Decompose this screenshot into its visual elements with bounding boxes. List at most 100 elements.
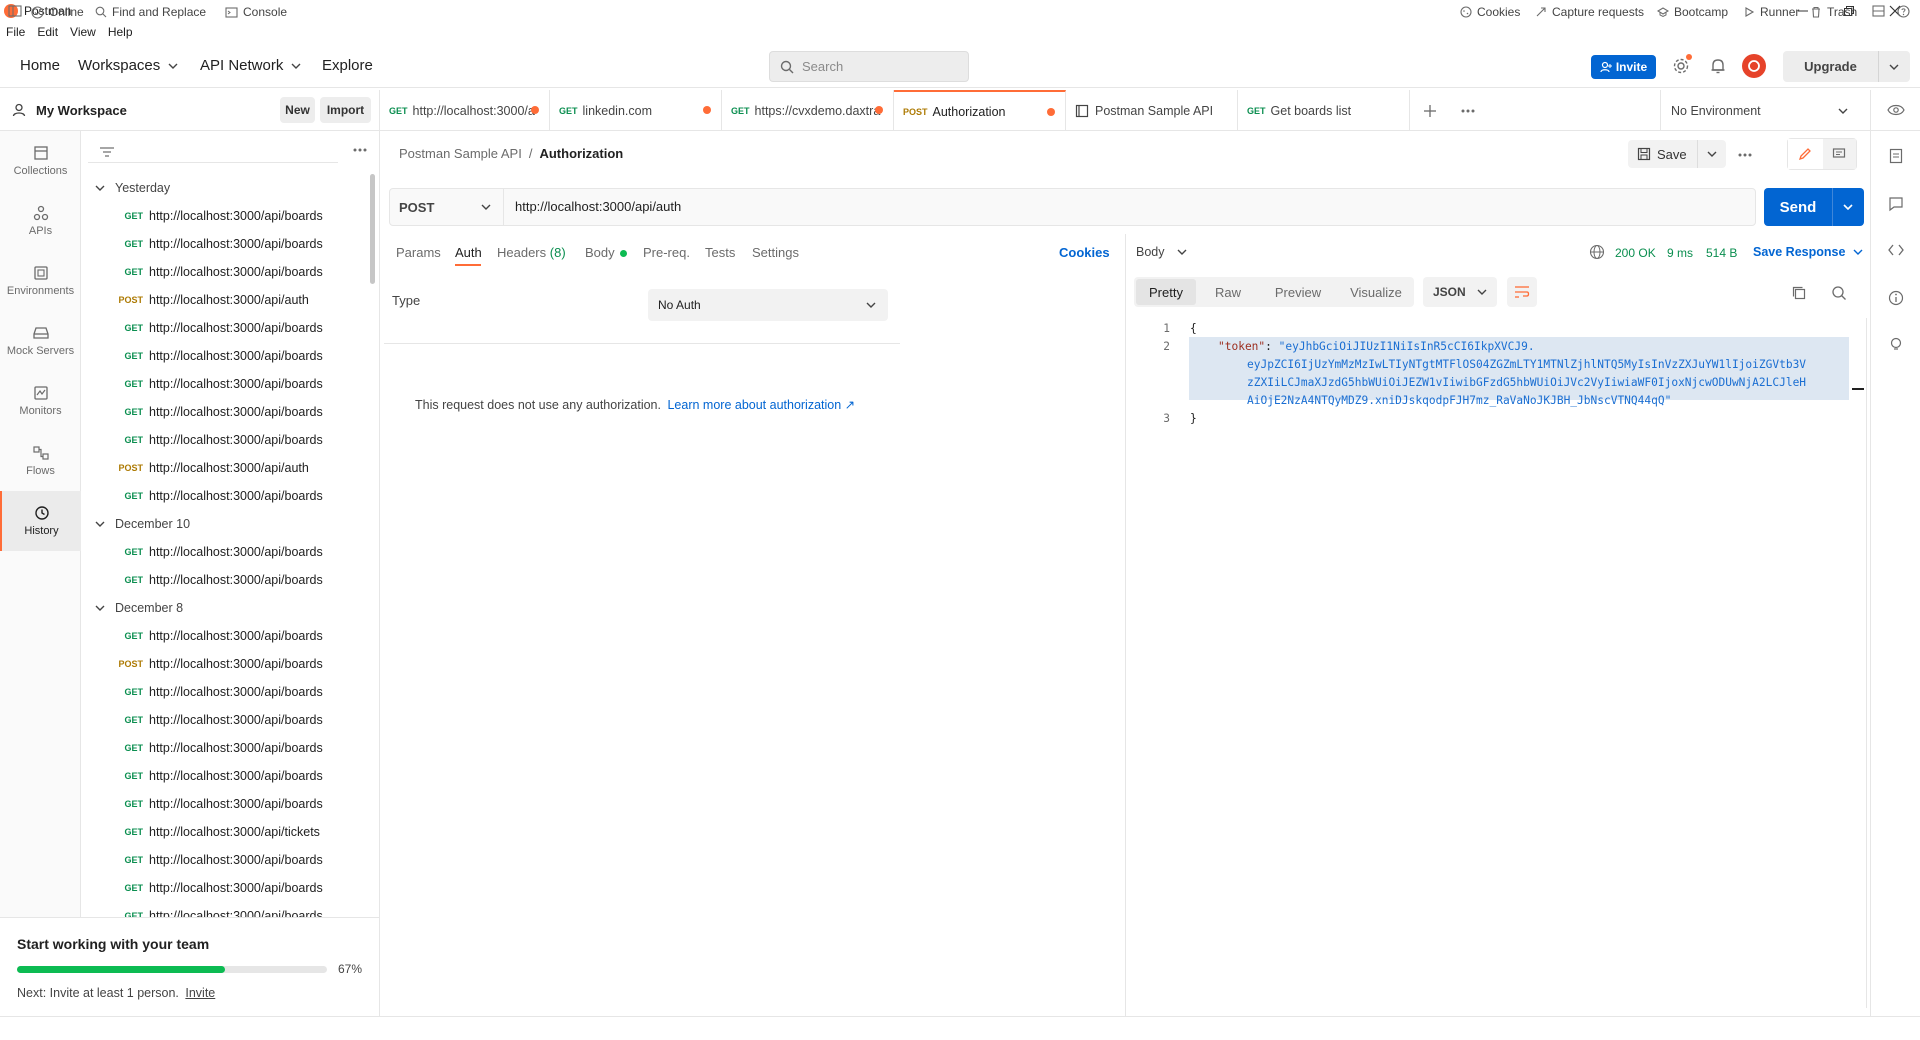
history-item[interactable]: POST http://localhost:3000/api/boards	[81, 650, 371, 678]
method-select[interactable]: POST	[390, 189, 504, 225]
bootcamp-button[interactable]: Bootcamp	[1657, 5, 1728, 19]
console-button[interactable]: Console	[225, 5, 287, 19]
search-icon[interactable]	[1831, 285, 1847, 301]
menu-file[interactable]: File	[6, 25, 25, 39]
view-tab-pretty[interactable]: Pretty	[1136, 279, 1196, 305]
more-options-icon[interactable]	[353, 148, 367, 152]
sidebar-item-collections[interactable]: Collections	[0, 131, 81, 191]
menu-view[interactable]: View	[70, 25, 96, 39]
tab-authorization[interactable]: POST Authorization	[894, 90, 1066, 131]
tab-pre-request[interactable]: Pre-req.	[643, 245, 690, 260]
history-item[interactable]: GET http://localhost:3000/api/boards	[81, 790, 371, 818]
environment-selector[interactable]: No Environment	[1660, 90, 1860, 131]
sidebar-item-history[interactable]: History	[0, 491, 81, 551]
save-button[interactable]: Save	[1628, 140, 1726, 168]
menu-edit[interactable]: Edit	[37, 25, 58, 39]
sidebar-item-apis[interactable]: APIs	[0, 191, 81, 251]
tab-get-boards-list[interactable]: GET Get boards list	[1238, 90, 1410, 131]
toggle-sidebar-icon[interactable]	[8, 5, 27, 17]
new-button[interactable]: New	[280, 97, 315, 123]
view-tab-raw[interactable]: Raw	[1198, 277, 1258, 307]
online-status[interactable]: Online	[31, 5, 84, 19]
tab-settings[interactable]: Settings	[752, 245, 799, 260]
history-filter-input[interactable]	[88, 141, 338, 163]
response-status[interactable]: 200 OK	[1615, 246, 1656, 260]
history-group-header[interactable]: Yesterday	[81, 174, 170, 202]
capture-requests-button[interactable]: Capture requests	[1535, 5, 1644, 19]
history-item[interactable]: GET http://localhost:3000/api/boards	[81, 538, 371, 566]
find-replace-button[interactable]: Find and Replace	[95, 5, 206, 19]
tab-request[interactable]: GET http://localhost:3000/a	[380, 90, 550, 131]
view-tab-preview[interactable]: Preview	[1258, 277, 1338, 307]
tab-params[interactable]: Params	[396, 245, 441, 260]
search-input[interactable]: Search	[769, 51, 969, 82]
upgrade-button[interactable]: Upgrade	[1783, 51, 1910, 82]
more-tabs-icon[interactable]	[1461, 109, 1475, 113]
view-tab-visualize[interactable]: Visualize	[1338, 277, 1414, 307]
plus-icon[interactable]	[1423, 104, 1437, 118]
history-item[interactable]: GET http://localhost:3000/api/boards	[81, 902, 371, 917]
sidebar-item-flows[interactable]: Flows	[0, 431, 81, 491]
eye-icon[interactable]	[1886, 100, 1906, 120]
breadcrumb-current[interactable]: Authorization	[539, 146, 623, 161]
code-icon[interactable]	[1886, 240, 1906, 260]
history-group-header[interactable]: December 8	[81, 594, 183, 622]
history-item[interactable]: GET http://localhost:3000/api/boards	[81, 342, 371, 370]
history-scrollbar[interactable]	[370, 174, 375, 284]
nav-home[interactable]: Home	[20, 57, 60, 74]
bell-icon[interactable]	[1708, 56, 1728, 76]
history-item[interactable]: GET http://localhost:3000/api/boards	[81, 678, 371, 706]
history-item[interactable]: GET http://localhost:3000/api/boards	[81, 230, 371, 258]
history-item[interactable]: GET http://localhost:3000/api/boards	[81, 566, 371, 594]
history-item[interactable]: GET http://localhost:3000/api/boards	[81, 874, 371, 902]
history-item[interactable]: GET http://localhost:3000/api/boards	[81, 482, 371, 510]
history-item[interactable]: POST http://localhost:3000/api/auth	[81, 454, 371, 482]
settings-gear-icon[interactable]	[1671, 54, 1692, 76]
response-size[interactable]: 514 B	[1706, 246, 1737, 260]
history-item[interactable]: GET http://localhost:3000/api/tickets	[81, 818, 371, 846]
comments-icon[interactable]	[1886, 194, 1906, 214]
lightbulb-icon[interactable]	[1886, 334, 1906, 354]
tab-auth[interactable]: Auth	[455, 245, 482, 260]
invite-button[interactable]: Invite	[1591, 55, 1656, 79]
tab-body[interactable]: Body	[585, 245, 627, 260]
breadcrumb-parent[interactable]: Postman Sample API	[399, 146, 522, 161]
menu-help[interactable]: Help	[108, 25, 133, 39]
nav-workspaces[interactable]: Workspaces	[78, 57, 178, 74]
history-item[interactable]: GET http://localhost:3000/api/boards	[81, 202, 371, 230]
auth-type-select[interactable]: No Auth	[648, 289, 888, 321]
comment-mode-button[interactable]	[1822, 139, 1856, 169]
history-item[interactable]: GET http://localhost:3000/api/boards	[81, 426, 371, 454]
tab-tests[interactable]: Tests	[705, 245, 735, 260]
layout-icon[interactable]	[1872, 5, 1890, 17]
copy-icon[interactable]	[1791, 285, 1807, 301]
history-item[interactable]: GET http://localhost:3000/api/boards	[81, 370, 371, 398]
globe-icon[interactable]	[1589, 244, 1605, 260]
cookies-button[interactable]: Cookies	[1460, 5, 1520, 19]
history-item[interactable]: GET http://localhost:3000/api/boards	[81, 762, 371, 790]
sidebar-item-monitors[interactable]: Monitors	[0, 371, 81, 431]
help-icon[interactable]	[1897, 5, 1915, 18]
url-input[interactable]: http://localhost:3000/api/auth	[515, 199, 681, 214]
response-body-viewer[interactable]: 1 { 2 "token": "eyJhbGciOiJIUzI1NiIsInR5…	[1126, 318, 1867, 1008]
history-item[interactable]: POST http://localhost:3000/api/auth	[81, 286, 371, 314]
chevron-down-icon[interactable]	[1843, 204, 1853, 210]
sidebar-item-mock-servers[interactable]: Mock Servers	[0, 311, 81, 371]
sidebar-item-environments[interactable]: Environments	[0, 251, 81, 311]
history-group-header[interactable]: December 10	[81, 510, 190, 538]
history-item[interactable]: GET http://localhost:3000/api/boards	[81, 734, 371, 762]
workspace-name[interactable]: My Workspace	[36, 103, 127, 118]
history-item[interactable]: GET http://localhost:3000/api/boards	[81, 314, 371, 342]
history-item[interactable]: GET http://localhost:3000/api/boards	[81, 622, 371, 650]
import-button[interactable]: Import	[320, 97, 371, 123]
more-options-icon[interactable]	[1738, 153, 1752, 157]
response-section-select[interactable]: Body	[1136, 245, 1187, 259]
history-item[interactable]: GET http://localhost:3000/api/boards	[81, 398, 371, 426]
history-item[interactable]: GET http://localhost:3000/api/boards	[81, 258, 371, 286]
nav-explore[interactable]: Explore	[322, 57, 373, 74]
nav-api-network[interactable]: API Network	[200, 57, 301, 74]
history-item[interactable]: GET http://localhost:3000/api/boards	[81, 706, 371, 734]
tab-headers[interactable]: Headers (8)	[497, 245, 566, 260]
documentation-icon[interactable]	[1886, 146, 1906, 166]
save-response-button[interactable]: Save Response	[1753, 245, 1863, 259]
